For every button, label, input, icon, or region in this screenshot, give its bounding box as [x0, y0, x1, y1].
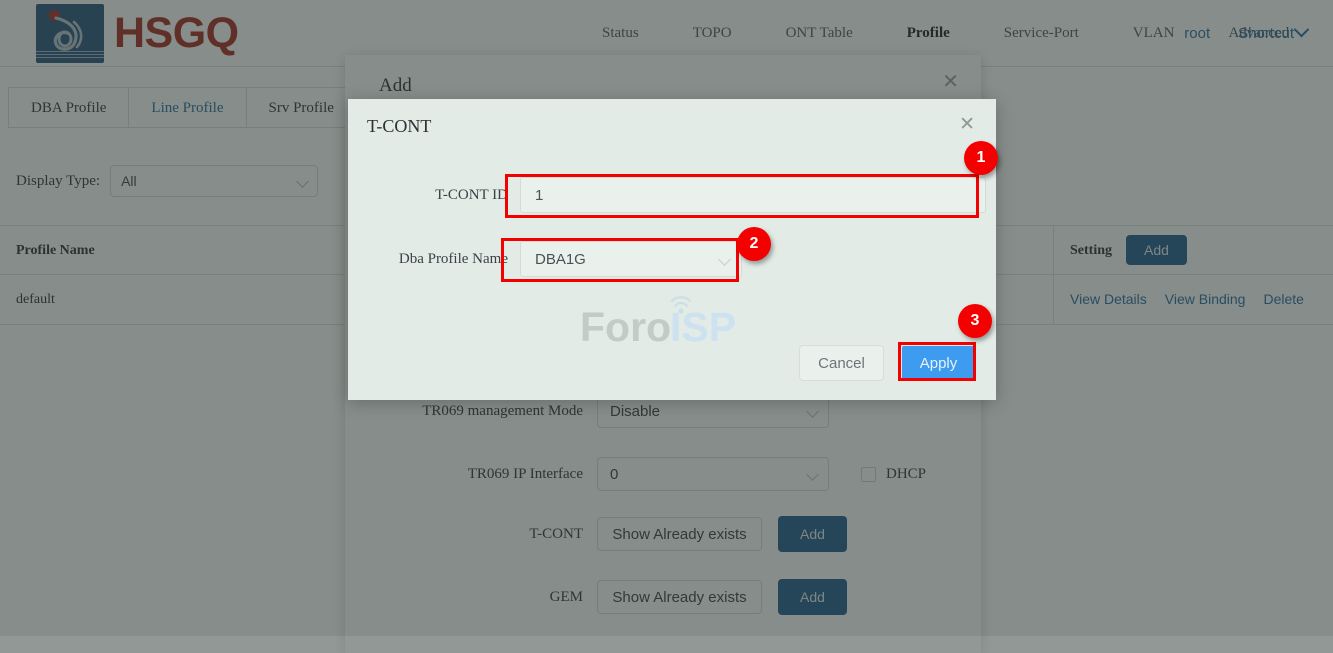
tcont-id-row: T-CONT ID 1: [348, 177, 986, 213]
tcont-dialog: T-CONT ✕ Foro ISP T-CONT ID 1 Dba Profil…: [348, 99, 996, 400]
chevron-down-icon: [718, 253, 731, 266]
dba-profile-label: Dba Profile Name: [398, 250, 508, 267]
tcont-dialog-title: T-CONT: [367, 116, 432, 136]
annotation-badge-2: 2: [737, 227, 771, 261]
annotation-badge-1: 1: [964, 141, 998, 175]
cancel-button[interactable]: Cancel: [799, 345, 884, 381]
dba-profile-row: Dba Profile Name DBA1G: [348, 241, 742, 277]
watermark-foro: Foro: [580, 304, 671, 350]
tcont-id-value: 1: [535, 186, 544, 204]
close-icon[interactable]: ✕: [959, 115, 975, 134]
foroisp-watermark: Foro ISP: [580, 296, 736, 350]
overlay-bottom-band: [0, 636, 1333, 653]
dba-profile-value: DBA1G: [535, 250, 586, 268]
tcont-dialog-actions: Cancel Apply: [799, 345, 975, 381]
apply-button[interactable]: Apply: [902, 346, 975, 380]
tcont-id-input[interactable]: 1: [520, 177, 986, 213]
watermark-isp: ISP: [670, 304, 736, 350]
tcont-id-label: T-CONT ID: [435, 186, 508, 203]
dba-profile-select[interactable]: DBA1G: [520, 241, 742, 277]
annotation-badge-3: 3: [958, 304, 992, 338]
